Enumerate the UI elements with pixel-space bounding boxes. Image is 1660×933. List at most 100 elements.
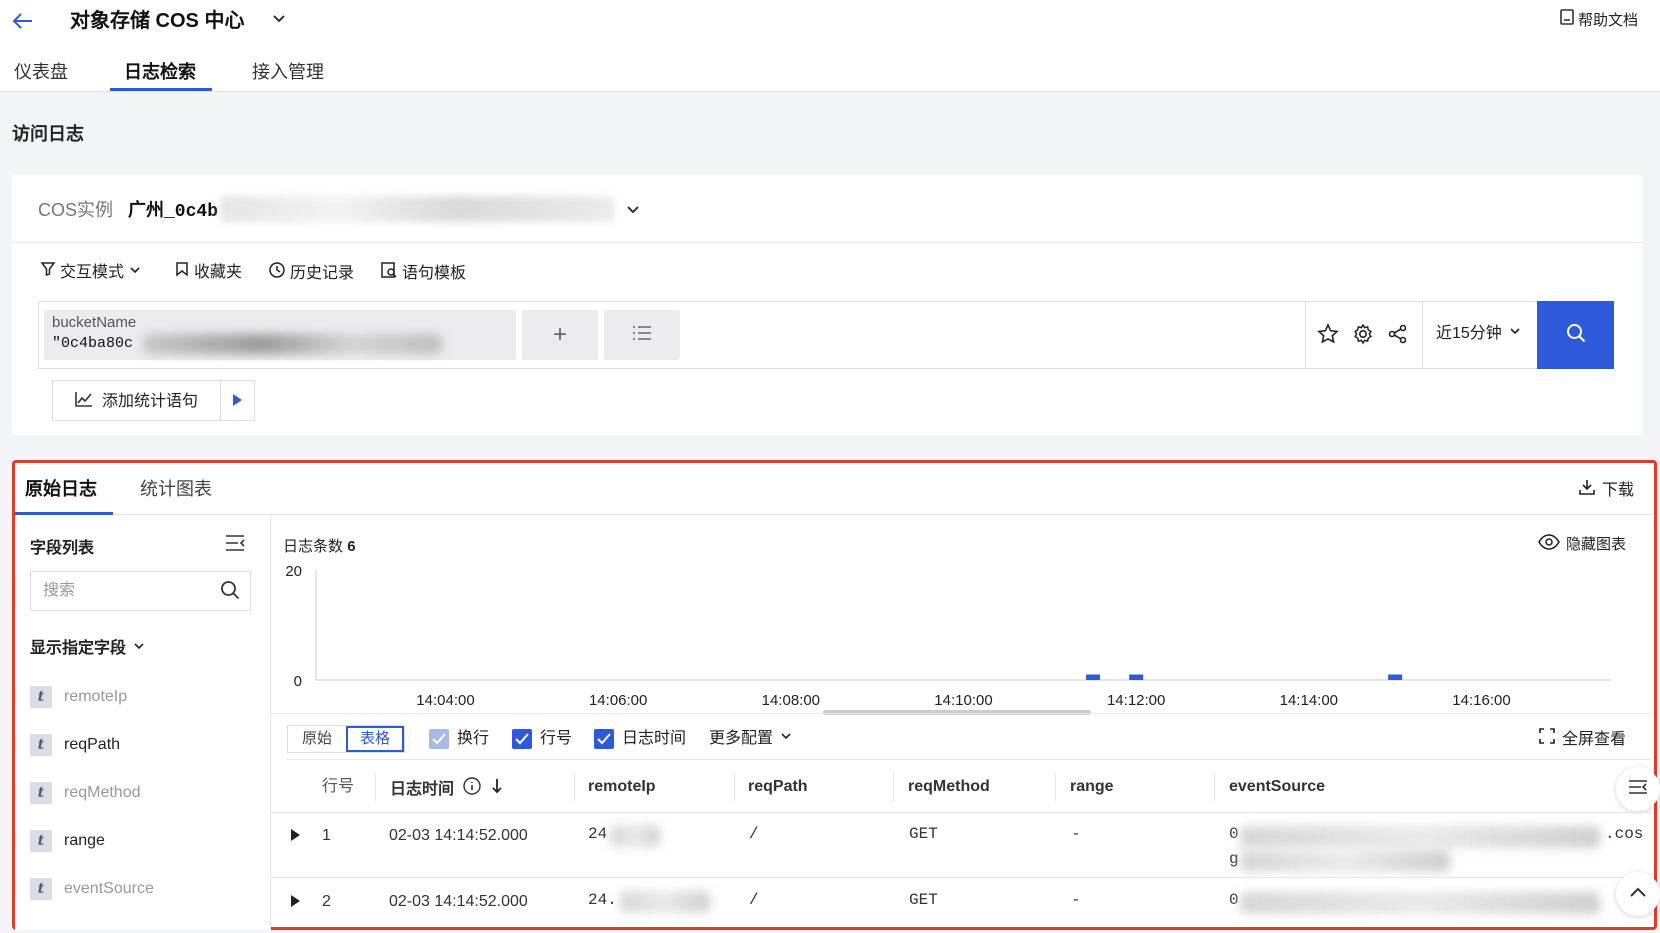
line-number-label: 行号 — [540, 730, 573, 747]
favorites-button[interactable]: 收藏夹 — [174, 261, 242, 284]
fullscreen-icon — [1538, 727, 1556, 752]
results-tab-bar — [15, 463, 1654, 515]
tab-log-search[interactable]: 日志检索 — [124, 58, 196, 86]
time-range-dropdown[interactable]: 近15分钟 — [1436, 323, 1522, 345]
info-icon[interactable] — [462, 776, 482, 803]
expand-row-icon[interactable] — [291, 829, 300, 841]
add-filter-button[interactable]: + — [522, 310, 598, 360]
star-icon[interactable] — [1317, 323, 1341, 347]
time-range-label: 近15分钟 — [1436, 325, 1502, 342]
column-menu-icon — [1628, 779, 1648, 800]
divider — [1305, 301, 1306, 369]
column-settings-button[interactable] — [1616, 767, 1660, 811]
line-number-checkbox[interactable]: 行号 — [512, 728, 572, 750]
list-view-button[interactable] — [604, 310, 680, 360]
x-tick-label: 14:12:00 — [1107, 692, 1165, 709]
gear-icon[interactable] — [1352, 323, 1376, 347]
column-separator — [1055, 772, 1056, 802]
field-search-box[interactable] — [30, 571, 251, 611]
checkbox-icon — [594, 729, 614, 749]
templates-button[interactable]: 语句模板 — [380, 261, 466, 286]
tab-raw-logs[interactable]: 原始日志 — [25, 477, 97, 501]
list-icon — [631, 321, 653, 349]
column-separator — [734, 772, 735, 802]
tab-statistics-chart[interactable]: 统计图表 — [140, 477, 212, 501]
divider — [271, 713, 1651, 714]
divider — [271, 812, 1651, 813]
tab-access-management[interactable]: 接入管理 — [252, 58, 324, 86]
column-header-reqpath[interactable]: reqPath — [748, 776, 808, 798]
redacted-eventsource — [1240, 826, 1600, 848]
cell-reqpath: / — [749, 825, 759, 843]
fullscreen-button[interactable]: 全屏查看 — [1538, 727, 1626, 752]
column-header-remoteip[interactable]: remoteIp — [588, 776, 656, 798]
help-docs-link[interactable]: 帮助文档 — [1558, 8, 1638, 33]
hide-chart-label: 隐藏图表 — [1565, 536, 1626, 553]
more-settings-dropdown[interactable]: 更多配置 — [709, 728, 793, 750]
templates-label: 语句模板 — [402, 264, 467, 282]
field-item-reqmethod[interactable]: t reqMethod — [30, 781, 141, 805]
download-icon — [1578, 478, 1596, 503]
log-time-checkbox[interactable]: 日志时间 — [594, 728, 686, 750]
cell-remoteip: 24. — [588, 891, 617, 909]
search-icon[interactable] — [219, 579, 243, 603]
filter-icon — [40, 261, 56, 284]
download-label: 下载 — [1601, 481, 1634, 499]
instance-label: COS实例 — [38, 200, 114, 220]
scroll-to-top-button[interactable] — [1616, 872, 1660, 916]
log-time-label: 日志时间 — [622, 730, 687, 747]
view-mode-toggle[interactable]: 原始 表格 — [287, 725, 405, 753]
field-search-input[interactable] — [31, 572, 211, 610]
column-separator — [375, 772, 376, 802]
column-separator — [574, 772, 575, 802]
collapse-menu-icon[interactable] — [224, 533, 246, 553]
column-header-reqmethod[interactable]: reqMethod — [908, 776, 990, 798]
field-item-eventsource[interactable]: t eventSource — [30, 877, 154, 901]
search-button[interactable] — [1537, 301, 1614, 369]
field-name: reqMethod — [64, 784, 141, 801]
redacted-instance-name — [220, 196, 615, 222]
cell-remoteip: 24 — [588, 825, 608, 843]
column-header-eventsource[interactable]: eventSource — [1229, 776, 1325, 798]
cell-line-number: 2 — [322, 893, 331, 910]
add-statistic-button[interactable]: 添加统计语句 — [74, 390, 198, 414]
download-button[interactable]: 下载 — [1578, 478, 1634, 503]
field-item-reqpath[interactable]: t reqPath — [30, 733, 120, 757]
redacted-eventsource — [1240, 850, 1450, 872]
chevron-down-icon[interactable] — [624, 200, 642, 218]
column-header-range[interactable]: range — [1070, 776, 1114, 798]
view-table-button[interactable]: 表格 — [346, 726, 404, 752]
column-header-log-time[interactable]: 日志时间 — [390, 776, 504, 803]
history-button[interactable]: 历史记录 — [268, 261, 354, 286]
run-icon[interactable] — [233, 394, 242, 406]
share-icon[interactable] — [1387, 323, 1411, 347]
column-separator — [893, 772, 894, 802]
divider — [271, 877, 1651, 878]
add-statistic-label: 添加统计语句 — [102, 393, 199, 410]
redacted-filter-value — [142, 334, 442, 354]
checkbox-icon — [429, 729, 449, 749]
view-raw-button[interactable]: 原始 — [288, 726, 346, 752]
wrap-checkbox[interactable]: 换行 — [429, 728, 489, 750]
field-group-toggle[interactable]: 显示指定字段 — [30, 638, 146, 660]
column-separator — [1214, 772, 1215, 802]
cell-line-number: 1 — [322, 827, 331, 844]
interactive-mode-dropdown[interactable]: 交互模式 — [40, 261, 142, 284]
field-item-range[interactable]: t range — [30, 829, 105, 853]
history-label: 历史记录 — [290, 264, 355, 282]
y-tick-label: 0 — [294, 673, 302, 690]
column-label: 日志时间 — [390, 780, 455, 798]
sort-desc-icon[interactable] — [490, 777, 504, 802]
tab-dashboard[interactable]: 仪表盘 — [14, 58, 68, 86]
redacted-eventsource — [1240, 892, 1600, 914]
hide-chart-button[interactable]: 隐藏图表 — [1538, 534, 1626, 556]
instance-selector[interactable]: 广州_0c4b — [128, 196, 218, 222]
text-type-icon: t — [30, 830, 52, 852]
chevron-down-icon[interactable] — [270, 9, 288, 27]
x-tick-label: 14:06:00 — [589, 692, 647, 709]
back-arrow-icon[interactable] — [10, 8, 38, 36]
field-item-remoteip[interactable]: t remoteIp — [30, 685, 127, 709]
history-icon — [268, 261, 286, 286]
chart-bar — [1129, 674, 1144, 680]
expand-row-icon[interactable] — [291, 895, 300, 907]
